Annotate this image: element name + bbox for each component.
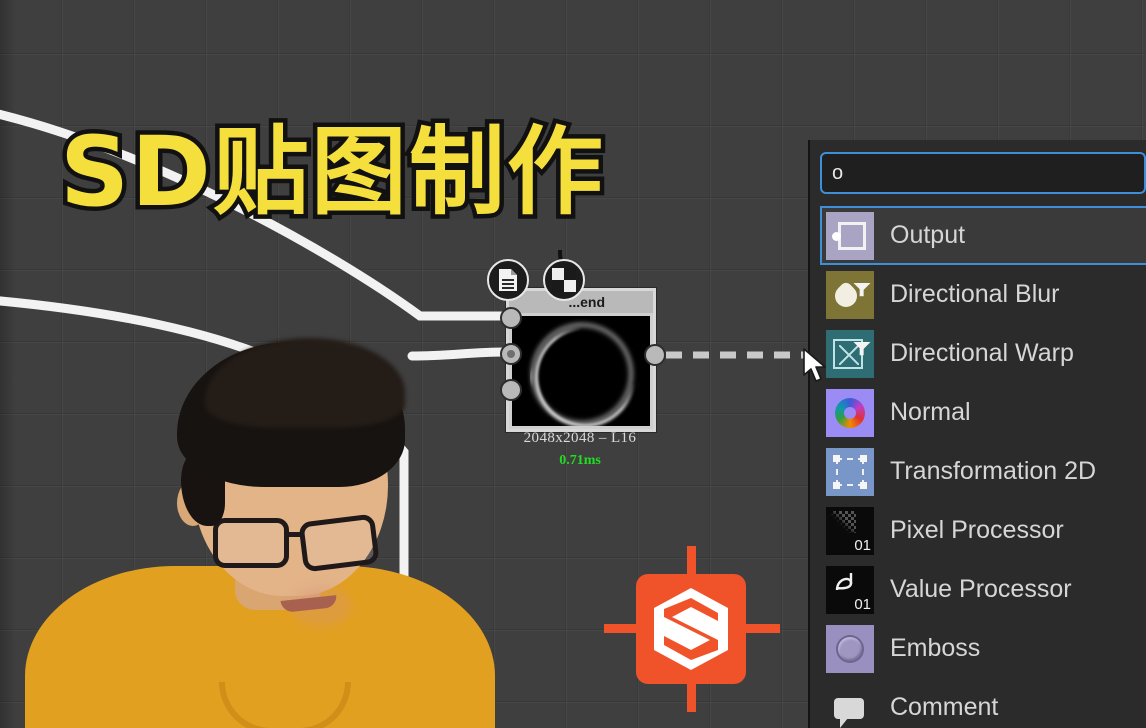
search-field-wrapper <box>820 152 1146 194</box>
node-search-popup[interactable]: Output Directional Blur Directional Warp… <box>808 140 1146 728</box>
result-label: Pixel Processor <box>890 516 1064 544</box>
substance-designer-logo <box>636 574 746 684</box>
node-input-port-1[interactable] <box>500 307 522 329</box>
document-glyph <box>499 269 517 291</box>
node-title: ...end <box>509 291 653 313</box>
node-input-port-2[interactable] <box>500 343 522 365</box>
pixel-processor-icon: 01 <box>826 506 874 555</box>
pixel-processor-badge: 01 <box>854 536 871 554</box>
result-label: Transformation 2D <box>890 457 1097 485</box>
result-row-pixel-processor[interactable]: 01 Pixel Processor <box>820 501 1146 560</box>
result-label: Comment <box>890 693 999 721</box>
webcam-presenter <box>25 330 495 728</box>
node-output-port[interactable] <box>644 344 666 366</box>
logo-tick-right <box>740 624 780 633</box>
cursor-arrow-icon <box>803 348 826 382</box>
output-icon <box>826 211 874 260</box>
substance-s-glyph <box>654 588 728 670</box>
value-processor-icon: 01 <box>826 565 874 614</box>
emboss-icon <box>826 624 874 673</box>
result-row-emboss[interactable]: Emboss <box>820 619 1146 678</box>
screenshot-root: ...end 2048x2048 – L16 0.71ms SD贴图制作 o O… <box>0 0 1146 728</box>
result-label: Directional Warp <box>890 339 1074 367</box>
page-title: SD贴图制作 <box>56 116 608 228</box>
result-row-output[interactable]: Output <box>820 206 1146 265</box>
search-results-list[interactable]: Output Directional Blur Directional Warp… <box>820 206 1146 728</box>
result-label: Value Processor <box>890 575 1072 603</box>
transformation-2d-icon <box>826 447 874 496</box>
result-label: Emboss <box>890 634 981 662</box>
glasses <box>213 513 395 574</box>
node-resolution-label: 2048x2048 – L16 <box>523 430 637 446</box>
normal-icon <box>826 388 874 437</box>
node-thumbnail <box>512 316 650 426</box>
comment-icon <box>826 684 874 728</box>
result-label: Directional Blur <box>890 280 1060 308</box>
checkerboard-glyph <box>552 268 576 292</box>
result-row-transformation-2d[interactable]: Transformation 2D <box>820 442 1146 501</box>
result-label: Normal <box>890 398 971 426</box>
graph-node-blend[interactable]: ...end <box>506 288 656 432</box>
result-row-directional-blur[interactable]: Directional Blur <box>820 265 1146 324</box>
value-processor-badge: 01 <box>854 595 871 613</box>
result-row-normal[interactable]: Normal <box>820 383 1146 442</box>
result-label: Output <box>890 221 966 249</box>
node-input-port-3[interactable] <box>500 379 522 401</box>
result-row-value-processor[interactable]: 01 Value Processor <box>820 560 1146 619</box>
node-render-time: 0.71ms <box>559 453 601 468</box>
value-curve-glyph <box>835 572 853 590</box>
result-row-directional-warp[interactable]: Directional Warp <box>820 324 1146 383</box>
document-icon[interactable] <box>487 259 529 301</box>
directional-blur-icon <box>826 270 874 319</box>
search-input[interactable] <box>820 152 1146 194</box>
directional-warp-icon <box>826 329 874 378</box>
result-row-comment[interactable]: Comment <box>820 678 1146 728</box>
checkerboard-icon[interactable] <box>543 259 585 301</box>
